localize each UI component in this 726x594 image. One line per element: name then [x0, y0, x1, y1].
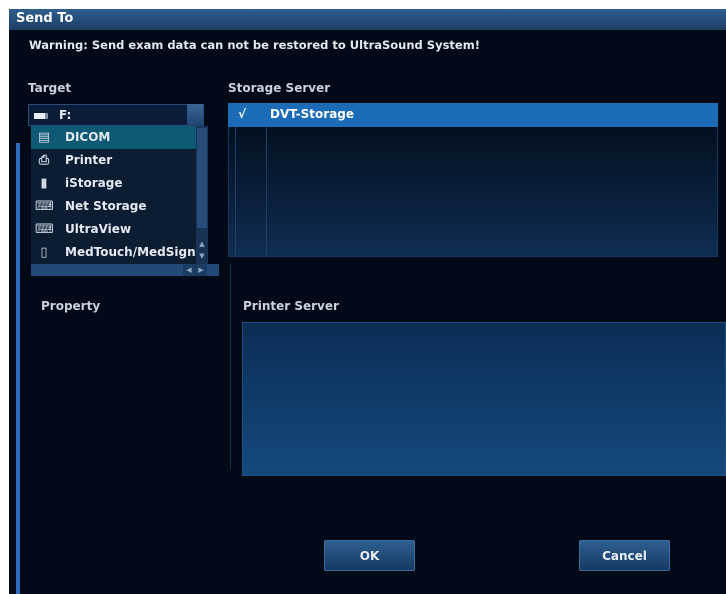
- dicom-icon: ▤: [37, 130, 51, 145]
- target-list: ▤ DICOM ⎙ Printer ▮ iStorage ⌨ Net Stora…: [31, 126, 196, 264]
- ultraview-icon: ⌨: [35, 222, 54, 237]
- printer-icon: ⎙: [38, 153, 50, 168]
- target-list-horizontal-scrollbar[interactable]: ◀ ▶: [31, 264, 219, 276]
- target-selected-value: F:: [59, 108, 72, 122]
- list-item-dicom[interactable]: ▤ DICOM: [31, 126, 196, 149]
- net-storage-icon: ⌨: [35, 199, 54, 214]
- cancel-button[interactable]: Cancel: [579, 540, 670, 571]
- list-item-label: DICOM: [65, 130, 111, 144]
- scroll-left-arrow-icon[interactable]: ◀: [183, 264, 195, 276]
- target-combo[interactable]: F:: [28, 104, 204, 126]
- drive-icon: [34, 113, 48, 119]
- checkmark-icon: √: [238, 107, 247, 121]
- warning-message: Warning: Send exam data can not be resto…: [29, 38, 480, 52]
- scroll-down-arrow-icon[interactable]: ▼: [196, 252, 208, 260]
- istorage-icon: ▮: [40, 176, 48, 191]
- medtouch-icon: ▯: [40, 245, 48, 260]
- list-item-label: iStorage: [65, 176, 123, 190]
- target-dropdown-button[interactable]: [187, 104, 203, 126]
- section-divider: [230, 264, 231, 469]
- list-item-printer[interactable]: ⎙ Printer: [31, 149, 196, 172]
- target-list-vertical-scrollbar[interactable]: ▲ ▼: [196, 126, 208, 264]
- printer-server-label: Printer Server: [243, 299, 339, 313]
- storage-server-name: DVT-Storage: [270, 107, 355, 121]
- scrollbar-thumb[interactable]: [197, 128, 207, 228]
- left-accent-strip: [16, 143, 20, 594]
- list-item-ultraview[interactable]: ⌨ UltraView: [31, 218, 196, 241]
- list-item-label: MedTouch/MedSign: [65, 245, 196, 259]
- list-item-label: UltraView: [65, 222, 132, 236]
- send-to-dialog: Send To Warning: Send exam data can not …: [9, 9, 726, 594]
- scroll-up-arrow-icon[interactable]: ▲: [196, 240, 208, 248]
- target-label: Target: [28, 81, 72, 95]
- scroll-right-arrow-icon[interactable]: ▶: [195, 264, 207, 276]
- list-item-istorage[interactable]: ▮ iStorage: [31, 172, 196, 195]
- printer-server-panel[interactable]: [242, 322, 726, 476]
- dialog-title: Send To: [9, 9, 726, 30]
- list-item-label: Printer: [65, 153, 113, 167]
- ok-button[interactable]: OK: [324, 540, 415, 571]
- storage-server-label: Storage Server: [228, 81, 331, 95]
- list-item-medtouch[interactable]: ▯ MedTouch/MedSign: [31, 241, 196, 264]
- list-item-net-storage[interactable]: ⌨ Net Storage: [31, 195, 196, 218]
- column-divider: [266, 127, 267, 257]
- property-label: Property: [41, 299, 101, 313]
- list-item-label: Net Storage: [65, 199, 147, 213]
- storage-server-row[interactable]: √ DVT-Storage: [228, 103, 718, 127]
- column-divider: [235, 127, 236, 257]
